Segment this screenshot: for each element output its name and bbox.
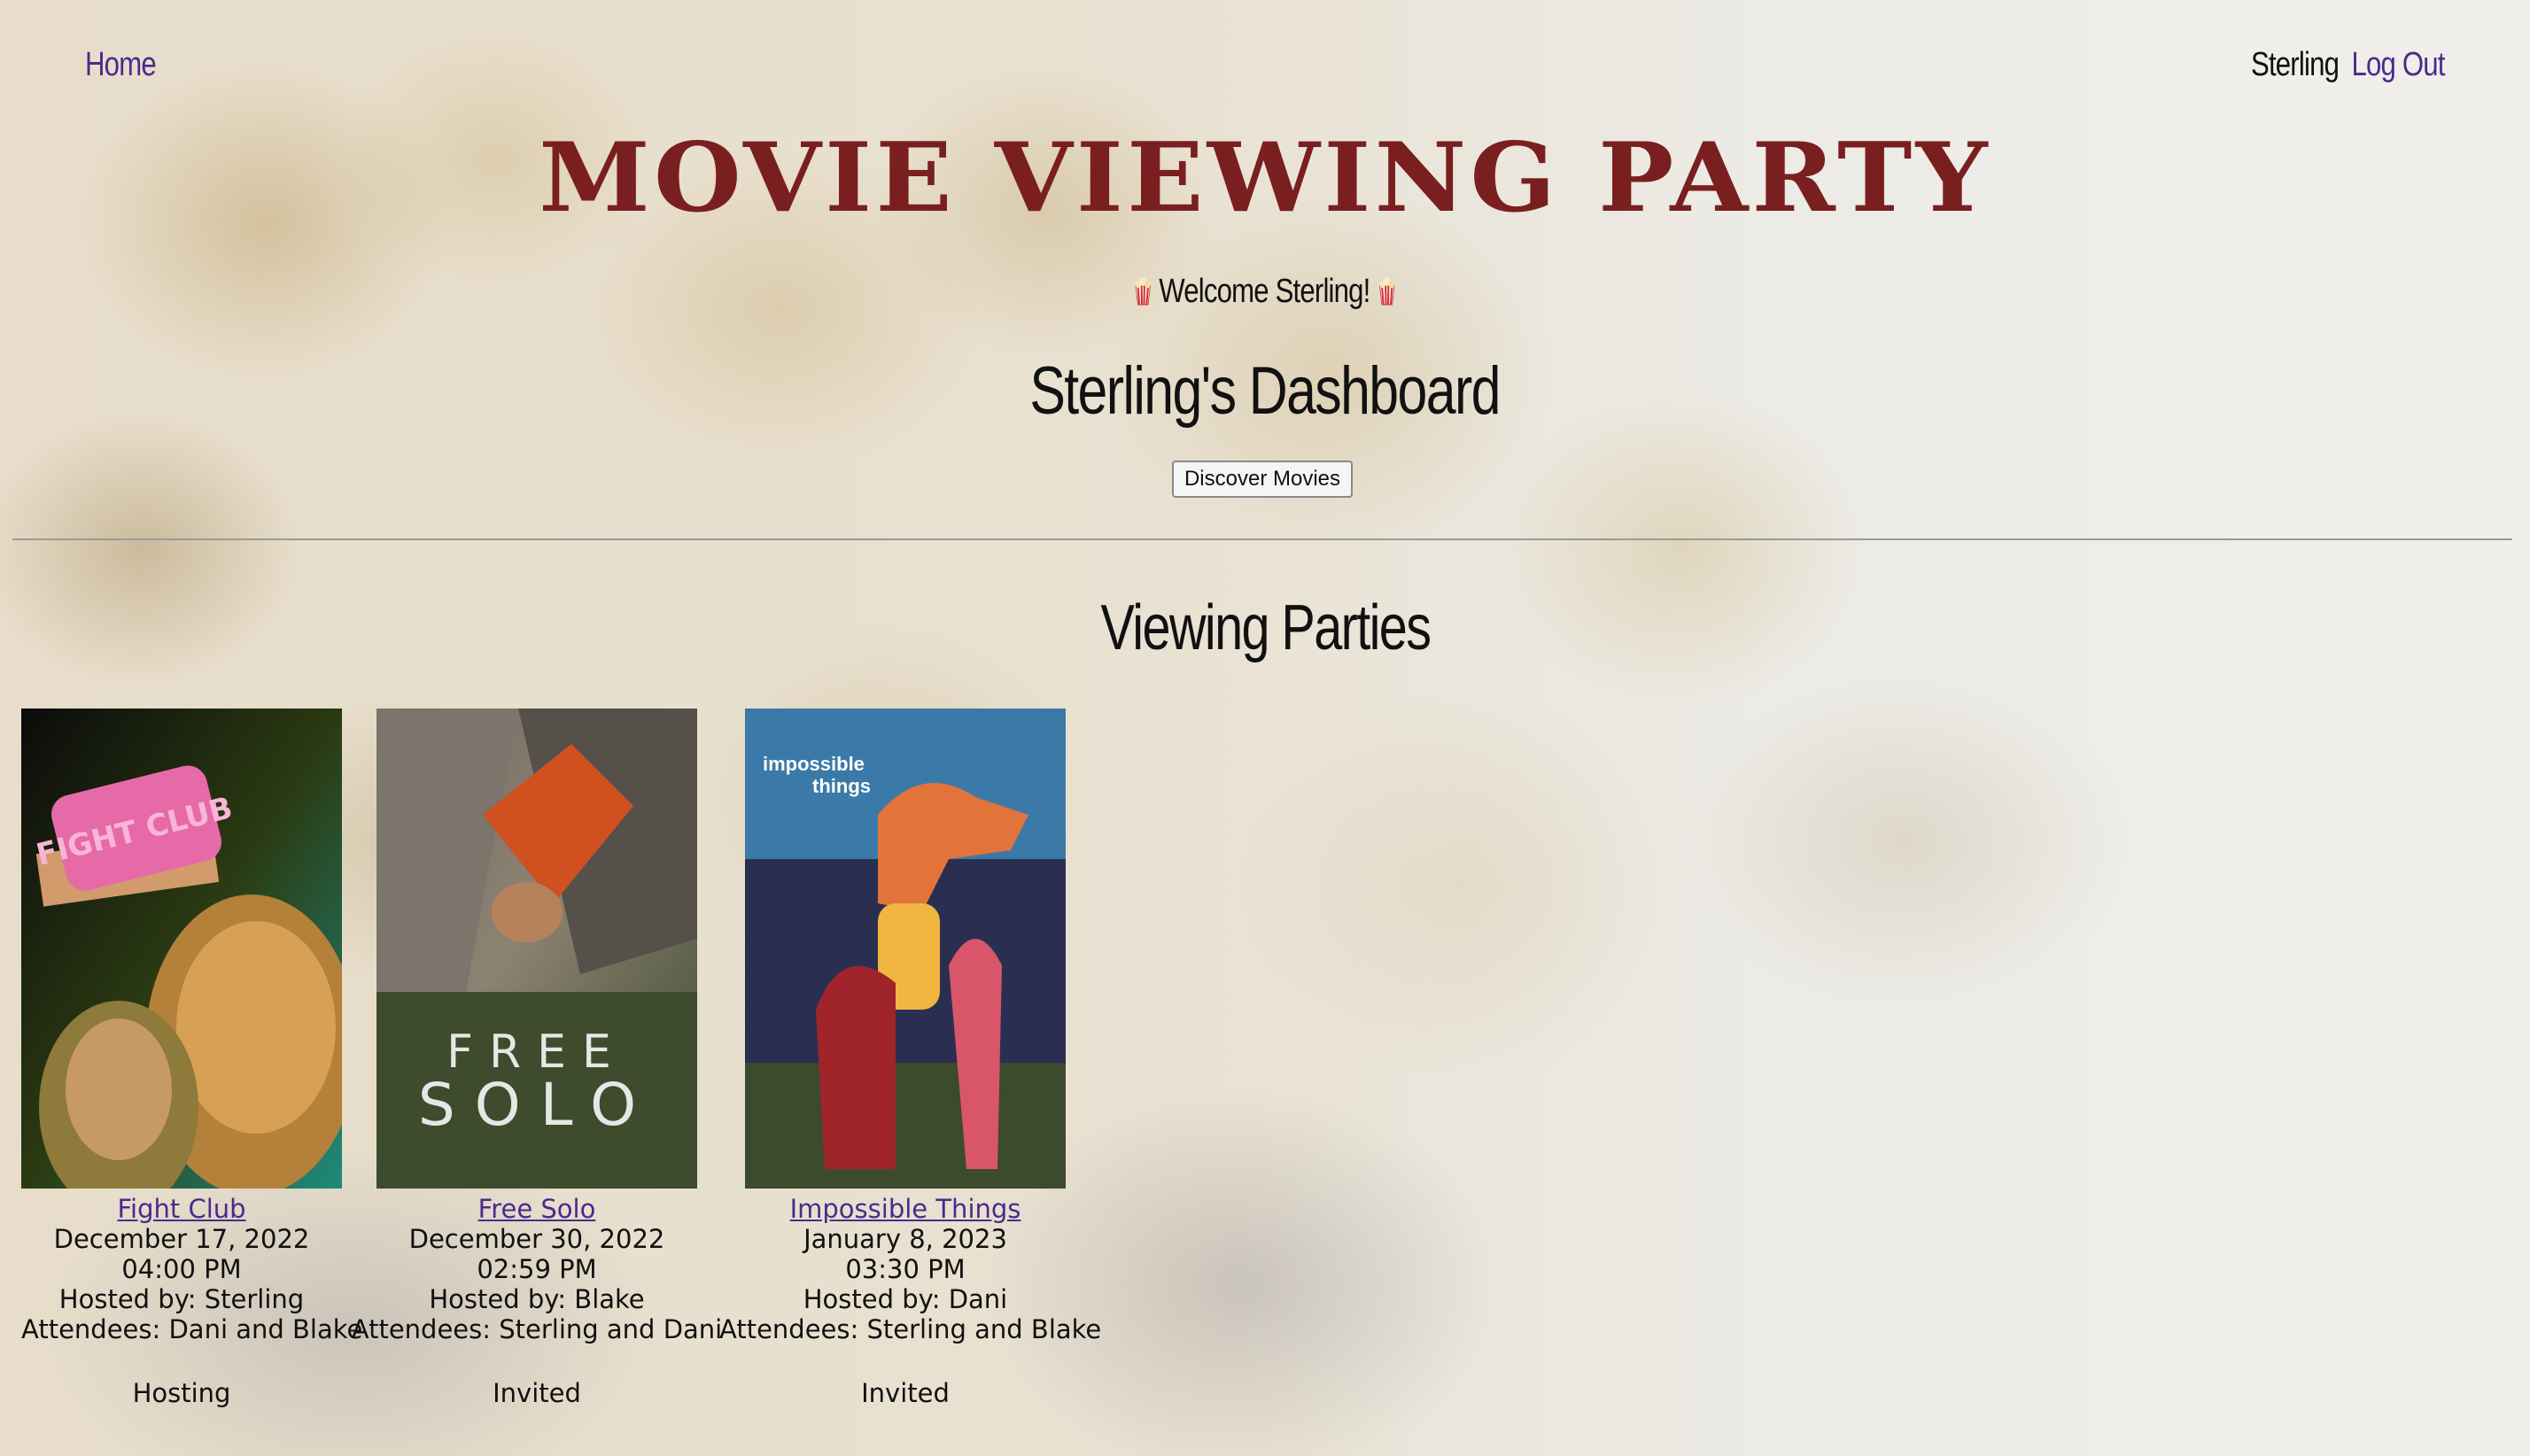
party-date: December 17, 2022 [53, 1224, 310, 1254]
site-title: MOVIE VIEWING PARTY [539, 122, 1991, 234]
popcorn-icon [1377, 276, 1397, 308]
party-card: FREE SOLO Free Solo December 30, 2022 02… [337, 709, 737, 1408]
movie-poster[interactable]: FREE SOLO [376, 709, 697, 1189]
party-status: Invited [493, 1378, 581, 1408]
poster-title-top: impossible [763, 753, 865, 775]
discover-movies-button[interactable]: Discover Movies [1172, 461, 1353, 498]
party-status: Hosting [132, 1378, 231, 1408]
logout-link[interactable]: Log Out [2352, 46, 2446, 83]
party-time: 04:00 PM [121, 1254, 242, 1284]
party-attendees: Attendees: Sterling and Dani [351, 1314, 723, 1344]
party-status: Invited [861, 1378, 950, 1408]
poster-title-bottom: SOLO [418, 1071, 656, 1139]
viewing-parties-title-text: Viewing Parties [1100, 592, 1432, 663]
section-divider [12, 538, 2512, 540]
movie-title-link[interactable]: Impossible Things [719, 1194, 1091, 1224]
party-date: December 30, 2022 [408, 1224, 665, 1254]
party-host: Hosted by: Blake [429, 1284, 645, 1314]
dashboard-title: Sterling's Dashboard [0, 352, 2530, 430]
party-card: FIGHT CLUB Fight Club December 17, 2022 … [21, 709, 363, 1408]
popcorn-icon [1133, 276, 1159, 308]
party-card: impossible things Impossible Things Janu… [719, 709, 1102, 1408]
current-user-name: Sterling [2251, 46, 2340, 83]
welcome-text: Welcome Sterling! [1159, 273, 1370, 310]
poster-title-bottom: things [812, 775, 871, 797]
movie-poster[interactable]: impossible things [745, 709, 1066, 1189]
dashboard-title-text: Sterling's Dashboard [1029, 353, 1502, 429]
top-nav: Home Sterling Log Out [85, 46, 2446, 99]
movie-title-link[interactable]: Fight Club [21, 1194, 342, 1224]
party-host: Hosted by: Sterling [58, 1284, 305, 1314]
user-area: Sterling Log Out [2251, 46, 2445, 84]
home-link[interactable]: Home [85, 46, 157, 84]
viewing-parties-title: Viewing Parties [0, 592, 2530, 664]
party-time: 03:30 PM [845, 1254, 966, 1284]
party-date: January 8, 2023 [803, 1224, 1007, 1254]
welcome-message: Welcome Sterling! [0, 273, 2530, 311]
party-time: 02:59 PM [477, 1254, 597, 1284]
party-attendees: Attendees: Sterling and Blake [719, 1314, 1102, 1344]
movie-poster[interactable]: FIGHT CLUB [21, 709, 342, 1189]
party-attendees: Attendees: Dani and Blake [21, 1314, 363, 1344]
party-host: Hosted by: Dani [803, 1284, 1008, 1314]
movie-title-link[interactable]: Free Solo [337, 1194, 737, 1224]
